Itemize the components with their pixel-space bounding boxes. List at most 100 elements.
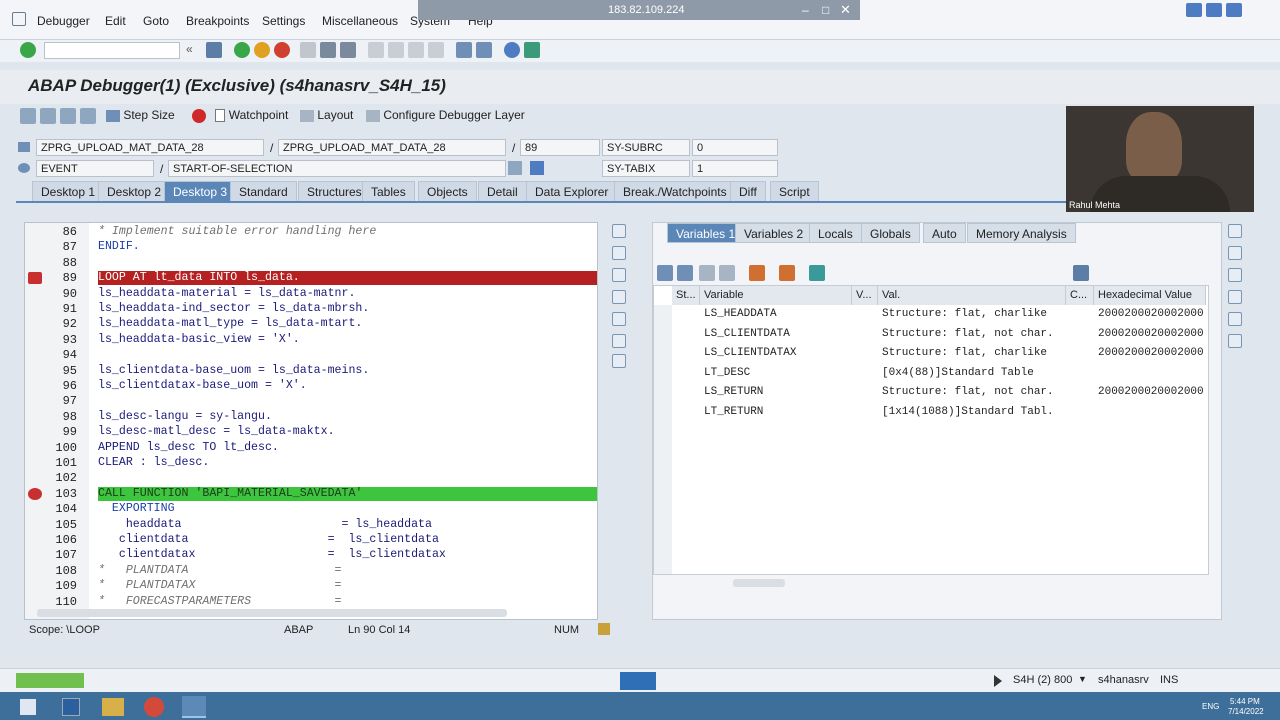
table-row[interactable]: LS_CLIENTDATA Structure: flat, not char. 2… [672, 325, 1206, 344]
tab-desktop-2[interactable]: Desktop 2 [98, 181, 171, 201]
hierarchy-icon[interactable] [749, 265, 765, 281]
tab-data-explorer[interactable]: Data Explorer [526, 181, 618, 201]
tab-detail[interactable]: Detail [478, 181, 527, 201]
col-value[interactable]: Val. [878, 286, 1066, 305]
code-line[interactable]: ls_desc-langu = sy-langu. [98, 409, 272, 424]
col-c[interactable]: C... [1066, 286, 1094, 305]
save-icon[interactable] [206, 42, 222, 58]
close-icon[interactable] [1226, 3, 1242, 17]
tab-diff[interactable]: Diff [730, 181, 766, 201]
close-panel-icon[interactable] [612, 224, 626, 238]
print-icon[interactable] [300, 42, 316, 58]
code-line[interactable]: CLEAR : ls_desc. [98, 455, 209, 470]
code-line[interactable]: ls_headdata-basic_view = 'X'. [98, 332, 300, 347]
close-var-panel-icon[interactable] [1228, 224, 1242, 238]
prev-page-icon[interactable] [388, 42, 404, 58]
configure-layer-button[interactable]: Configure Debugger Layer [366, 108, 525, 122]
table-row[interactable]: LT_DESC [0x4(88)]Standard Table [672, 364, 1206, 383]
layout-button[interactable]: Layout [300, 108, 353, 122]
start-icon[interactable] [20, 699, 36, 715]
watchpoint-button[interactable]: Watchpoint [192, 108, 288, 123]
col-status[interactable]: St... [672, 286, 700, 305]
insert-icon[interactable] [677, 265, 693, 281]
step-return-icon[interactable] [60, 108, 76, 124]
swap-var-panel-icon[interactable] [1228, 268, 1242, 282]
code-line[interactable]: ls_clientdata-base_uom = ls_data-meins. [98, 363, 369, 378]
tab-variables-2[interactable]: Variables 2 [735, 223, 813, 243]
help-icon[interactable] [504, 42, 520, 58]
code-line[interactable]: APPEND ls_desc TO lt_desc. [98, 440, 279, 455]
maximize-var-panel-icon[interactable] [1228, 246, 1242, 260]
vertical-scrollbar[interactable] [597, 223, 598, 607]
tab-globals[interactable]: Globals [861, 223, 920, 243]
sap-gui-icon[interactable] [182, 696, 206, 718]
command-field[interactable] [44, 42, 180, 59]
tab-locals[interactable]: Locals [809, 223, 862, 243]
continue-icon[interactable] [80, 108, 96, 124]
tab-variables-1[interactable]: Variables 1 [667, 223, 745, 243]
code-line[interactable]: CALL FUNCTION 'BAPI_MATERIAL_SAVEDATA' [98, 486, 362, 501]
status-settings-icon[interactable] [598, 623, 610, 635]
exit-icon[interactable] [254, 42, 270, 58]
transfer-icon[interactable] [779, 265, 795, 281]
tab-script[interactable]: Script [770, 181, 819, 201]
tab-desktop-1[interactable]: Desktop 1 [32, 181, 105, 201]
import-icon[interactable] [699, 265, 715, 281]
history-icon[interactable]: « [186, 42, 193, 56]
menu-goto[interactable]: Goto [143, 14, 169, 28]
menu-debugger[interactable]: Debugger [37, 14, 90, 28]
code-line[interactable]: ls_clientdatax-base_uom = 'X'. [98, 378, 307, 393]
menu-breakpoints[interactable]: Breakpoints [186, 14, 249, 28]
tab-standard[interactable]: Standard [230, 181, 297, 201]
new-window-icon[interactable] [809, 265, 825, 281]
col-v[interactable]: V... [852, 286, 878, 305]
tab-break-watchpoints[interactable]: Break./Watchpoints [614, 181, 736, 201]
code-line[interactable]: * Implement suitable error handling here [98, 224, 376, 239]
info-icon[interactable] [530, 161, 544, 175]
split-var-panel-icon[interactable] [1228, 312, 1242, 326]
col-hex[interactable]: Hexadecimal Value [1094, 286, 1206, 305]
tab-objects[interactable]: Objects [418, 181, 477, 201]
step-size-button[interactable]: Step Size [106, 108, 175, 122]
code-line[interactable]: ls_headdata-matl_type = ls_data-mtart. [98, 316, 362, 331]
tab-memory-analysis[interactable]: Memory Analysis [967, 223, 1076, 243]
first-page-icon[interactable] [368, 42, 384, 58]
tab-desktop-3[interactable]: Desktop 3 [164, 181, 237, 201]
enter-icon[interactable] [20, 42, 36, 58]
table-row[interactable]: LS_CLIENTDATAX Structure: flat, charlike 2… [672, 344, 1206, 363]
remote-restore-icon[interactable]: □ [822, 3, 829, 17]
code-line[interactable]: * FORECASTPARAMETERS = [98, 594, 342, 609]
remote-close-icon[interactable]: ✕ [840, 2, 851, 18]
code-line[interactable]: * PLANTDATA = [98, 563, 342, 578]
back-icon[interactable] [234, 42, 250, 58]
code-line[interactable]: clientdatax = ls_clientdatax [98, 547, 446, 562]
step-over-icon[interactable] [40, 108, 56, 124]
table-row[interactable]: LS_HEADDATA Structure: flat, charlike 2000… [672, 305, 1206, 324]
grid-h-scrollbar[interactable] [733, 579, 785, 587]
code-line[interactable]: ls_desc-matl_desc = ls_data-maktx. [98, 424, 335, 439]
source-code-panel[interactable]: 86 * Implement suitable error handling he… [24, 222, 598, 620]
code-line[interactable]: headdata = ls_headdata [98, 517, 432, 532]
maximize-panel-icon[interactable] [612, 246, 626, 260]
layout-menu-icon[interactable] [524, 42, 540, 58]
shortcut-icon[interactable] [476, 42, 492, 58]
remote-minimize-icon[interactable]: – [802, 3, 809, 17]
step-into-icon[interactable] [20, 108, 36, 124]
system-dropdown-icon[interactable]: ▼ [1078, 674, 1087, 684]
tab-auto[interactable]: Auto [923, 223, 966, 243]
new-session-icon[interactable] [456, 42, 472, 58]
swap-panel-icon[interactable] [612, 268, 626, 282]
delete-icon[interactable] [657, 265, 673, 281]
split-panel-icon[interactable] [612, 312, 626, 326]
code-line[interactable]: ENDIF. [98, 239, 140, 254]
play-icon[interactable] [994, 675, 1002, 687]
menu-settings[interactable]: Settings [262, 14, 305, 28]
explorer-icon[interactable] [102, 698, 124, 716]
horizontal-scrollbar[interactable] [37, 609, 507, 617]
tab-tables[interactable]: Tables [362, 181, 415, 201]
table-row[interactable]: LT_RETURN [1x14(1088)]Standard Tabl. [672, 403, 1206, 422]
tree-panel-icon[interactable] [612, 354, 626, 368]
col-variable[interactable]: Variable [700, 286, 852, 305]
resize-var-panel-icon[interactable] [1228, 290, 1242, 304]
code-line[interactable]: EXPORTING [98, 501, 175, 516]
